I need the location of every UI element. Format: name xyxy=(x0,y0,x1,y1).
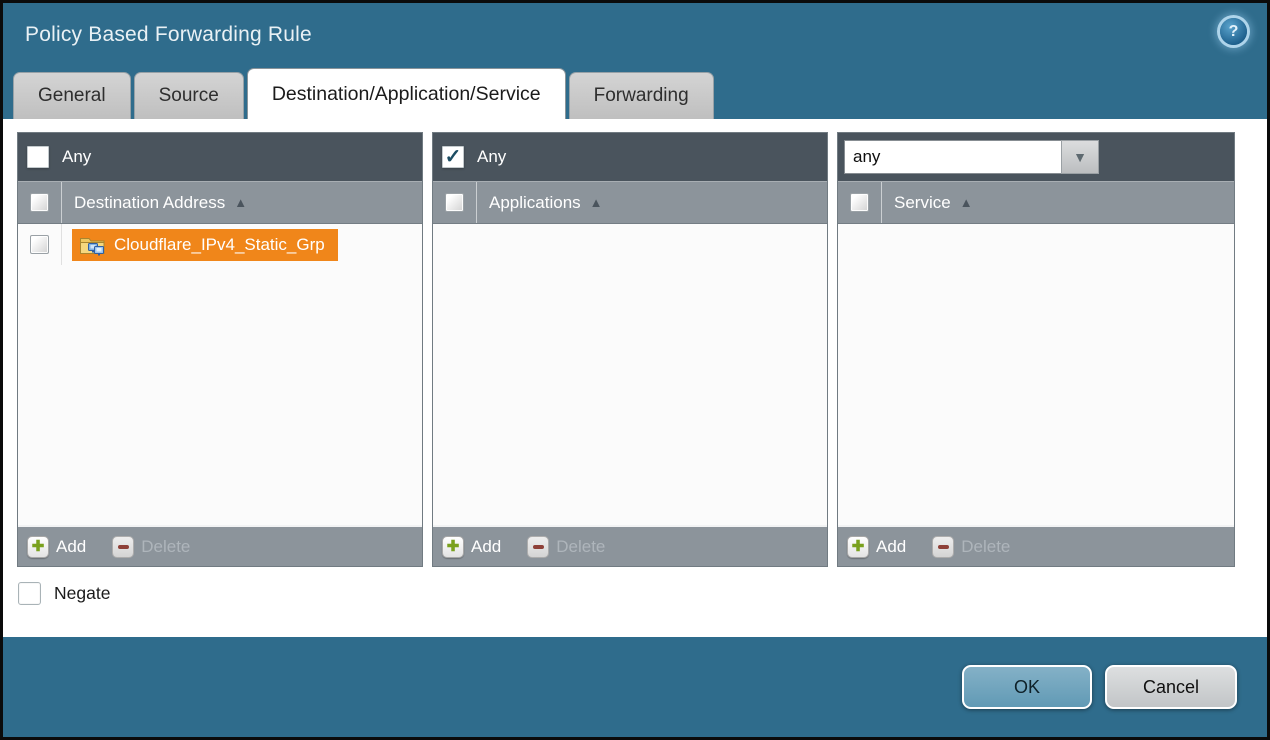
service-add-button[interactable]: ✚ Add xyxy=(847,536,906,558)
destination-any-bar: Any xyxy=(18,133,422,181)
applications-add-button[interactable]: ✚ Add xyxy=(442,536,501,558)
negate-checkbox[interactable] xyxy=(18,582,41,605)
service-delete-button[interactable]: Delete xyxy=(932,536,1010,558)
sort-asc-icon: ▲ xyxy=(590,195,603,210)
service-type-dropdown[interactable]: any ▼ xyxy=(844,140,1099,174)
destination-address-item[interactable]: Cloudflare_IPv4_Static_Grp xyxy=(72,229,338,261)
service-dropdown-bar: any ▼ xyxy=(838,133,1234,181)
applications-list xyxy=(433,224,827,525)
chevron-down-icon[interactable]: ▼ xyxy=(1061,140,1099,174)
add-plus-icon: ✚ xyxy=(847,536,869,558)
applications-column-header[interactable]: Applications ▲ xyxy=(477,182,603,223)
applications-any-bar: ✓ Any xyxy=(433,133,827,181)
help-icon[interactable]: ? xyxy=(1220,18,1247,45)
service-selectall-checkbox[interactable] xyxy=(850,193,869,212)
destination-footer: ✚ Add Delete xyxy=(18,525,422,566)
destination-address-label: Cloudflare_IPv4_Static_Grp xyxy=(114,235,325,255)
destination-column-header[interactable]: Destination Address ▲ xyxy=(62,182,247,223)
dialog-title: Policy Based Forwarding Rule xyxy=(25,23,312,47)
applications-any-label: Any xyxy=(477,147,506,167)
row-checkbox[interactable] xyxy=(30,235,49,254)
destination-any-label: Any xyxy=(62,147,91,167)
delete-minus-icon xyxy=(527,536,549,558)
dialog-titlebar: Policy Based Forwarding Rule ? xyxy=(3,3,1267,67)
negate-control: Negate xyxy=(18,582,110,605)
applications-delete-button[interactable]: Delete xyxy=(527,536,605,558)
destination-header-row: Destination Address ▲ xyxy=(18,181,422,224)
destination-column: Any Destination Address ▲ xyxy=(17,132,423,567)
destination-delete-button[interactable]: Delete xyxy=(112,536,190,558)
service-list xyxy=(838,224,1234,525)
sort-asc-icon: ▲ xyxy=(234,195,247,210)
service-type-value: any xyxy=(844,140,1061,174)
tab-destination-application-service[interactable]: Destination/Application/Service xyxy=(247,68,566,119)
address-group-icon xyxy=(79,234,106,256)
table-row: Cloudflare_IPv4_Static_Grp xyxy=(18,224,422,265)
service-column-header[interactable]: Service ▲ xyxy=(882,182,973,223)
applications-footer: ✚ Add Delete xyxy=(433,525,827,566)
delete-minus-icon xyxy=(112,536,134,558)
applications-selectall-checkbox[interactable] xyxy=(445,193,464,212)
tab-bar: General Source Destination/Application/S… xyxy=(3,67,1267,119)
columns-container: Any Destination Address ▲ xyxy=(17,132,1253,567)
applications-header-row: Applications ▲ xyxy=(433,181,827,224)
destination-list: Cloudflare_IPv4_Static_Grp xyxy=(18,224,422,525)
add-plus-icon: ✚ xyxy=(442,536,464,558)
applications-any-checkbox[interactable]: ✓ xyxy=(442,146,464,168)
tab-forwarding[interactable]: Forwarding xyxy=(569,72,714,119)
destination-selectall-checkbox[interactable] xyxy=(30,193,49,212)
cancel-button[interactable]: Cancel xyxy=(1105,665,1237,709)
negate-label: Negate xyxy=(54,583,110,604)
add-plus-icon: ✚ xyxy=(27,536,49,558)
destination-add-button[interactable]: ✚ Add xyxy=(27,536,86,558)
applications-column: ✓ Any Applications ▲ ✚ Add xyxy=(432,132,828,567)
dialog-action-bar: OK Cancel xyxy=(3,637,1267,737)
tab-source[interactable]: Source xyxy=(134,72,244,119)
delete-minus-icon xyxy=(932,536,954,558)
pbf-rule-dialog: Policy Based Forwarding Rule ? General S… xyxy=(0,0,1270,740)
service-header-row: Service ▲ xyxy=(838,181,1234,224)
tab-content: Any Destination Address ▲ xyxy=(3,119,1267,637)
tab-general[interactable]: General xyxy=(13,72,131,119)
service-footer: ✚ Add Delete xyxy=(838,525,1234,566)
ok-button[interactable]: OK xyxy=(962,665,1092,709)
destination-any-checkbox[interactable] xyxy=(27,146,49,168)
sort-asc-icon: ▲ xyxy=(960,195,973,210)
service-column: any ▼ Service ▲ ✚ Add xyxy=(837,132,1235,567)
